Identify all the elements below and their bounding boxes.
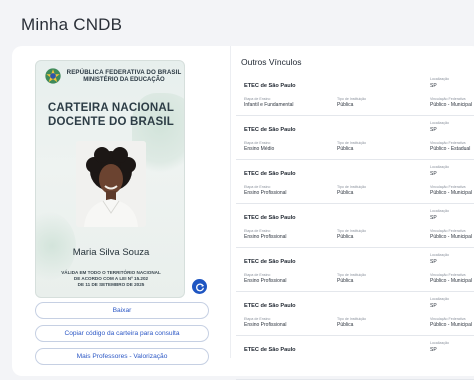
validity-text: VÁLIDA EM TODO O TERRITÓRIO NACIONAL DE … [44,270,178,288]
card-title-line1: CARTEIRA NACIONAL [47,102,175,114]
stage-label: Etapa de Ensino [244,317,271,321]
location-label: Localização [430,121,449,125]
stage-value: Ensino Profissional [244,234,287,240]
institution-name: ETEC de São Paulo [244,347,296,353]
stage-value: Infantil e Fundamental [244,102,294,108]
download-button[interactable]: Baixar [35,302,209,319]
bond-label: Vinculação Federativa [430,141,466,145]
bond-value: Público - Municipal [430,102,472,108]
institution-name: ETEC de São Paulo [244,259,296,265]
vinculo-row[interactable]: ETEC de São Paulo Localização SP Etapa de E… [236,160,474,204]
vinculo-row[interactable]: ETEC de São Paulo Localização SP Etapa de E… [236,72,474,116]
location-label: Localização [430,253,449,257]
section-title: Outros Vínculos [241,57,302,67]
location-value: SP [430,171,437,177]
bond-label: Vinculação Federativa [430,229,466,233]
vinculo-row[interactable]: ETEC de São Paulo Localização SP [236,336,474,380]
institution-type-label: Tipo de Instituição [337,141,367,145]
bond-value: Público - Municipal [430,278,472,284]
stage-label: Etapa de Ensino [244,185,271,189]
institution-type-label: Tipo de Instituição [337,273,367,277]
location-value: SP [430,215,437,221]
vinculo-row[interactable]: ETEC de São Paulo Localização SP Etapa de E… [236,116,474,160]
copy-code-button[interactable]: Copiar código da carteira para consulta [35,325,209,342]
stage-label: Etapa de Ensino [244,229,271,233]
institution-type-value: Pública [337,234,354,240]
institution-name: ETEC de São Paulo [244,127,296,133]
stage-value: Ensino Profissional [244,278,287,284]
institution-type-label: Tipo de Instituição [337,229,367,233]
holder-name: Maria Silva Souza [72,247,150,258]
card-title: CARTEIRA NACIONAL DOCENTE DO BRASIL [36,101,184,129]
location-value: SP [430,303,437,309]
location-value: SP [430,127,437,133]
location-label: Localização [430,341,449,345]
location-label: Localização [430,297,449,301]
institution-name: ETEC de São Paulo [244,83,296,89]
stage-label: Etapa de Ensino [244,97,271,101]
bond-label: Vinculação Federativa [430,273,466,277]
stage-value: Ensino Profissional [244,322,287,328]
institution-name: ETEC de São Paulo [244,171,296,177]
institution-type-value: Pública [337,322,354,328]
flip-card-button[interactable] [192,279,207,294]
ministry-label: MINISTÉRIO DA EDUCAÇÃO [83,77,165,83]
location-value: SP [430,347,437,353]
validity-line3: DE 11 DE SETEMBRO DE 2025 [77,282,145,287]
bond-value: Público - Municipal [430,190,472,196]
bond-value: Público - Municipal [430,234,472,240]
page: Minha CNDB REPÚBLICA FEDERATIVA DO BRASI… [0,0,474,380]
page-title: Minha CNDB [21,15,123,34]
bond-value: Público - Municipal [430,322,472,328]
institution-name: ETEC de São Paulo [244,303,296,309]
stage-value: Ensino Médio [244,146,275,152]
stage-label: Etapa de Ensino [244,273,271,277]
vinculo-row[interactable]: ETEC de São Paulo Localização SP Etapa de E… [236,204,474,248]
bond-value: Público - Estadual [430,146,471,152]
institution-type-label: Tipo de Instituição [337,317,367,321]
location-label: Localização [430,209,449,213]
coat-of-arms-icon [45,68,61,84]
institution-type-value: Pública [337,102,354,108]
bond-label: Vinculação Federativa [430,97,466,101]
institution-type-value: Pública [337,146,354,152]
republic-label: REPÚBLICA FEDERATIVA DO BRASIL [66,69,182,76]
location-value: SP [430,259,437,265]
location-label: Localização [430,77,449,81]
location-label: Localização [430,165,449,169]
institution-type-label: Tipo de Instituição [337,185,367,189]
vinculo-row[interactable]: ETEC de São Paulo Localização SP Etapa de E… [236,248,474,292]
vinculo-row[interactable]: ETEC de São Paulo Localização SP Etapa de E… [236,292,474,336]
bond-label: Vinculação Federativa [430,185,466,189]
more-teachers-button[interactable]: Mais Professores - Valorização [35,348,209,365]
institution-type-value: Pública [337,278,354,284]
teacher-id-card: REPÚBLICA FEDERATIVA DO BRASIL MINISTÉRI… [35,60,185,298]
card-title-line2: DOCENTE DO BRASIL [47,116,175,128]
location-value: SP [430,83,437,89]
stage-label: Etapa de Ensino [244,141,271,145]
bond-label: Vinculação Federativa [430,317,466,321]
stage-value: Ensino Profissional [244,190,287,196]
institution-type-value: Pública [337,190,354,196]
holder-photo [76,141,146,227]
institution-name: ETEC de São Paulo [244,215,296,221]
column-divider [230,46,231,358]
institution-type-label: Tipo de Instituição [337,97,367,101]
person-portrait-icon [76,141,146,227]
refresh-icon [195,283,204,291]
